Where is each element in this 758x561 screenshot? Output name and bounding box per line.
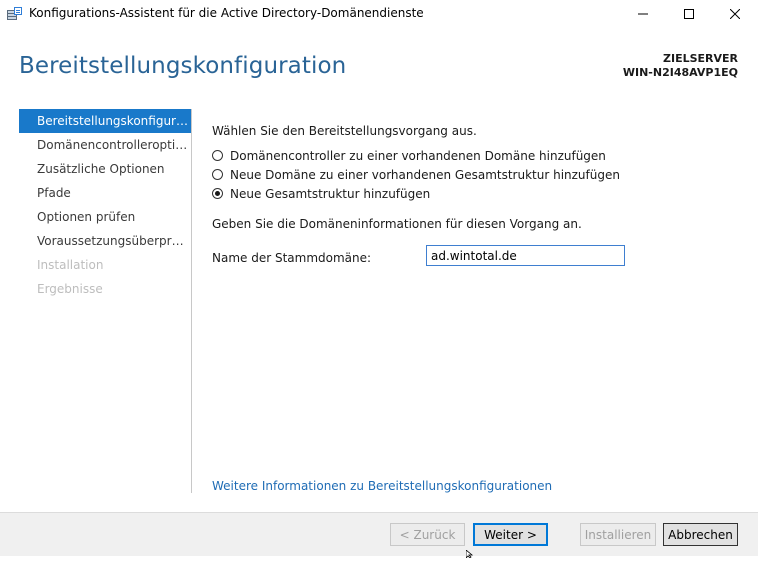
sidebar-item-results: Ergebnisse (37, 282, 103, 296)
sidebar-item-additional-options[interactable]: Zusätzliche Optionen (19, 157, 191, 181)
maximize-icon (684, 9, 694, 19)
cancel-button[interactable]: Abbrechen (663, 523, 738, 546)
option-new-domain-existing-forest[interactable]: Neue Domäne zu einer vorhandenen Gesamts… (212, 165, 732, 184)
operation-prompt: Wählen Sie den Bereitstellungsvorgang au… (212, 124, 477, 138)
option-label: Neue Gesamtstruktur hinzufügen (230, 186, 431, 201)
target-server-name: WIN-N2I48AVP1EQ (622, 66, 738, 79)
sidebar-item-prerequisites-check[interactable]: Voraussetzungsüberprüfu... (19, 229, 191, 253)
minimize-button[interactable] (620, 0, 666, 28)
title-bar: Konfigurations-Assistent für die Active … (0, 0, 758, 29)
server-manager-icon (6, 6, 23, 22)
target-server-label: ZIELSERVER (663, 52, 738, 65)
back-button[interactable]: < Zurück (390, 523, 465, 546)
option-add-dc-existing-domain[interactable]: Domänencontroller zu einer vorhandenen D… (212, 146, 732, 165)
wizard-steps-sidebar: Bereitstellungskonfigurati... Domänencon… (19, 109, 191, 301)
sidebar-item-review-options[interactable]: Optionen prüfen (19, 205, 191, 229)
mouse-cursor-icon (465, 547, 474, 561)
close-button[interactable] (712, 0, 758, 28)
sidebar-item-deployment-config[interactable]: Bereitstellungskonfigurati... (19, 109, 191, 133)
close-icon (730, 9, 740, 19)
sidebar-item-dc-options[interactable]: Domänencontrolleroption... (19, 133, 191, 157)
radio-button[interactable] (212, 150, 223, 161)
option-new-forest[interactable]: Neue Gesamtstruktur hinzufügen (212, 184, 732, 203)
option-label: Domänencontroller zu einer vorhandenen D… (230, 148, 606, 163)
radio-button[interactable] (212, 169, 223, 180)
help-link[interactable]: Weitere Informationen zu Bereitstellungs… (212, 479, 552, 493)
root-domain-input[interactable] (426, 245, 625, 266)
next-button[interactable]: Weiter > (473, 523, 548, 546)
minimize-icon (638, 9, 648, 19)
domain-info-prompt: Geben Sie die Domäneninformationen für d… (212, 217, 582, 231)
page-title: Bereitstellungskonfiguration (19, 53, 347, 79)
sidebar-divider (191, 109, 192, 493)
main-content: Wählen Sie den Bereitstellungsvorgang au… (212, 124, 732, 231)
radio-button-selected[interactable] (212, 188, 223, 199)
window-title: Konfigurations-Assistent für die Active … (29, 6, 424, 20)
option-label: Neue Domäne zu einer vorhandenen Gesamts… (230, 167, 620, 182)
sidebar-item-paths[interactable]: Pfade (19, 181, 191, 205)
maximize-button[interactable] (666, 0, 712, 28)
root-domain-label: Name der Stammdomäne: (212, 251, 372, 265)
sidebar-item-installation: Installation (37, 258, 104, 272)
install-button[interactable]: Installieren (580, 523, 656, 546)
